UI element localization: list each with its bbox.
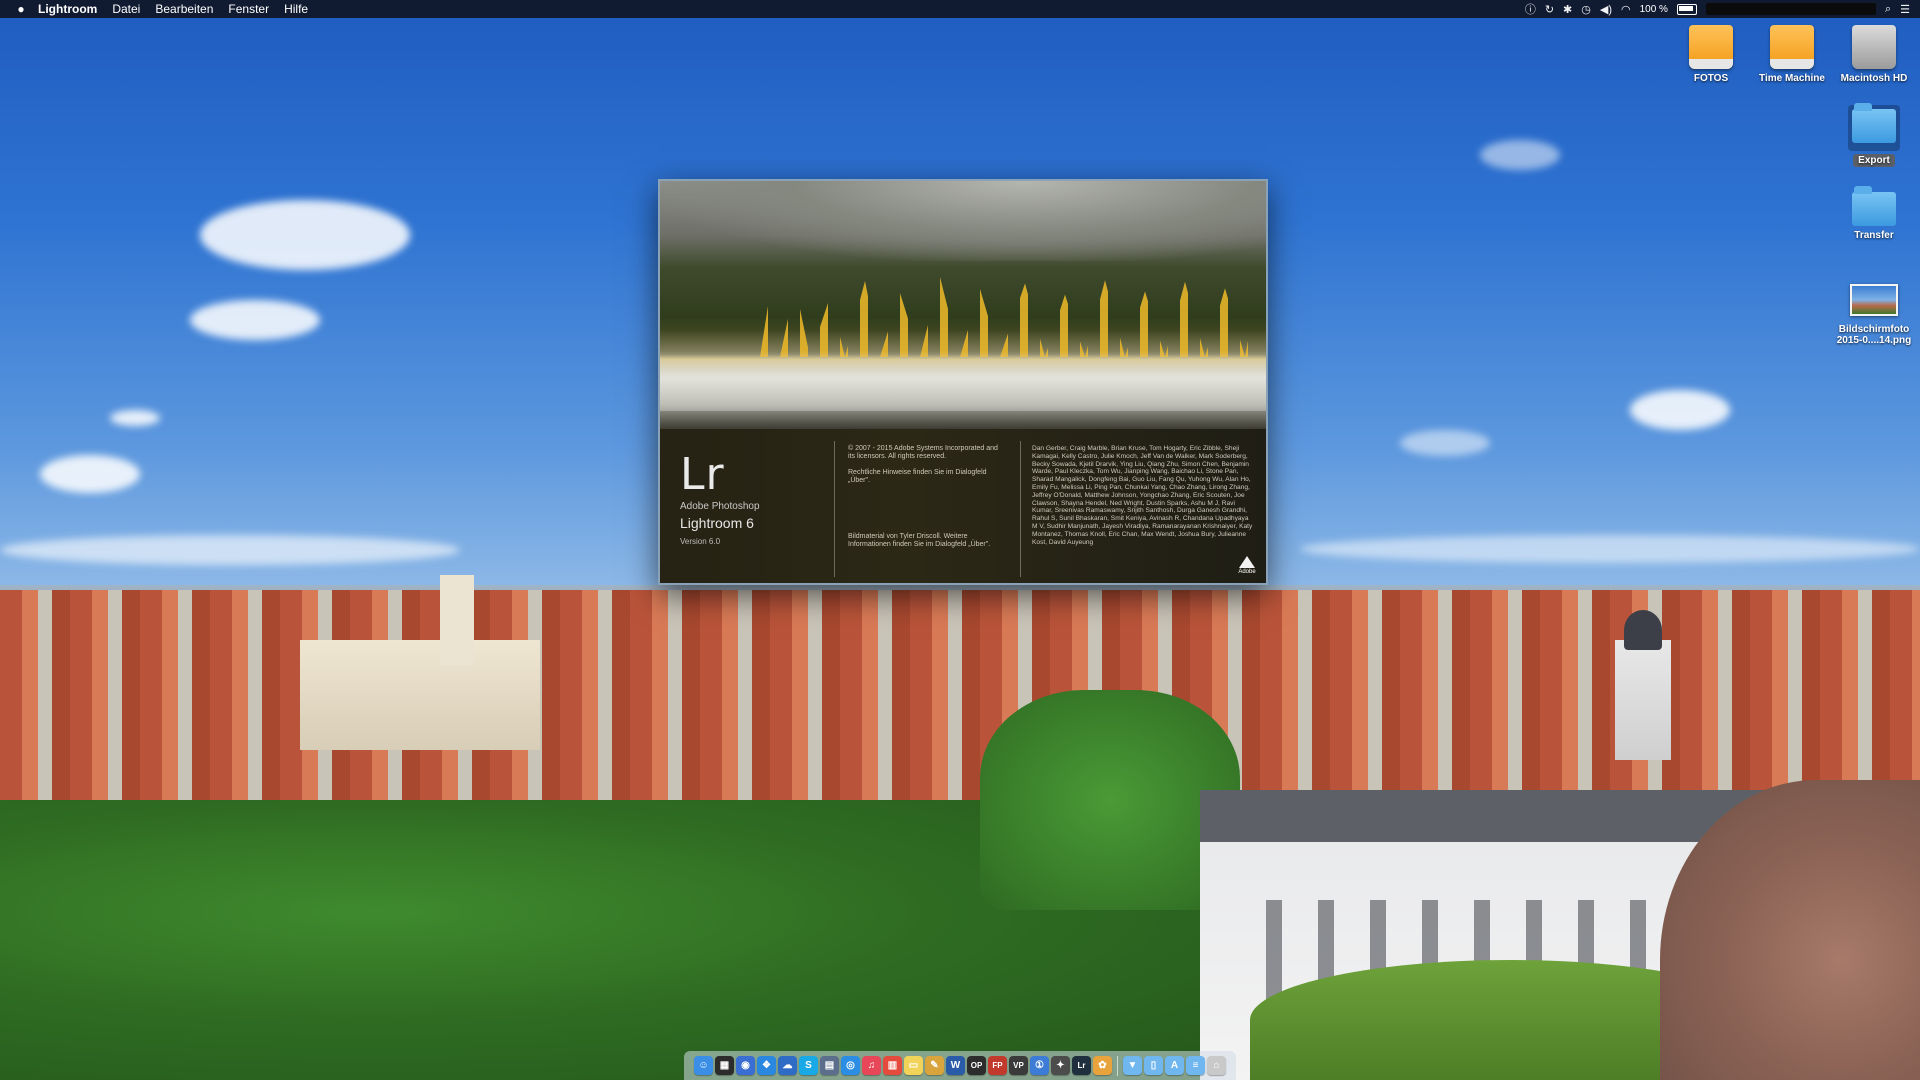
dock-separator — [1117, 1055, 1118, 1076]
dock-mission-control-icon[interactable]: ▦ — [715, 1056, 734, 1075]
dock-calendar-icon[interactable]: ▥ — [883, 1056, 902, 1075]
dock-preview-icon[interactable]: ▤ — [820, 1056, 839, 1075]
desktop-icon-label-line1: Bildschirmfoto — [1838, 324, 1910, 335]
dock-safari-icon[interactable]: ◎ — [841, 1056, 860, 1075]
dock-word-icon[interactable]: W — [946, 1056, 965, 1075]
cloud — [110, 410, 160, 426]
desktop-icon-label: Macintosh HD — [1840, 73, 1908, 84]
dock-downloads-folder-icon[interactable]: ▼ — [1123, 1056, 1142, 1075]
password-manager-icon[interactable]: ⓘ — [1525, 1, 1536, 17]
desktop-icon-label-line2: 2015-0....14.png — [1836, 335, 1912, 346]
church — [300, 640, 540, 750]
dock-documents-folder-icon[interactable]: ▯ — [1144, 1056, 1163, 1075]
cloud — [200, 200, 410, 270]
battery-percent: 100 % — [1639, 3, 1668, 15]
menu-datei[interactable]: Datei — [112, 2, 140, 16]
dock-vp-icon[interactable]: VP — [1009, 1056, 1028, 1075]
dock-photos-icon[interactable]: ✿ — [1093, 1056, 1112, 1075]
desktop-icon-transfer[interactable]: Transfer — [1834, 186, 1914, 241]
cloud — [1630, 390, 1730, 430]
version-label: Version 6.0 — [680, 537, 721, 546]
splash-trees — [760, 277, 1260, 357]
cloud — [1400, 430, 1490, 456]
desktop-icon-label: Export — [1853, 154, 1895, 167]
bluetooth-icon[interactable]: ✱ — [1563, 3, 1572, 16]
dock-dropbox-icon[interactable]: ❖ — [757, 1056, 776, 1075]
status-area: ⓘ ↻ ✱ ◷ ◀) ◠ 100 % ⌕ ☰ — [1525, 0, 1920, 18]
image-credit: Bildmaterial von Tyler Driscoll. Weitere… — [848, 533, 991, 548]
apple-icon[interactable]: ● — [14, 2, 28, 16]
desktop-icon-label: FOTOS — [1693, 73, 1729, 84]
brand-name: Adobe Photoshop — [680, 501, 760, 512]
desktop-icon-macintosh-hd[interactable]: Macintosh HD — [1834, 25, 1914, 84]
dock-app-icon[interactable]: ◉ — [736, 1056, 755, 1075]
dock-finder-icon[interactable]: ☺ — [694, 1056, 713, 1075]
battery-icon[interactable] — [1676, 3, 1697, 15]
wifi-icon[interactable]: ◠ — [1621, 3, 1631, 16]
team-credits: Dan Gerber, Craig Marble, Brian Kruse, T… — [1032, 445, 1253, 546]
adobe-logo-icon — [1239, 556, 1255, 568]
dock-notes-icon[interactable]: ▭ — [904, 1056, 923, 1075]
menu-bearbeiten[interactable]: Bearbeiten — [155, 2, 213, 16]
notification-center-icon[interactable]: ☰ — [1900, 3, 1910, 16]
folder-icon — [1852, 103, 1896, 143]
cloud — [0, 535, 460, 565]
dock-trash-icon[interactable]: ⌂ — [1207, 1056, 1226, 1075]
dock-tools-icon[interactable]: ✦ — [1051, 1056, 1070, 1075]
menu-app-name[interactable]: Lightroom — [38, 2, 97, 16]
dock: ☺ ▦ ◉ ❖ ☁ S ▤ ◎ ♫ ▥ ▭ ✎ W OP FP VP ① ✦ L… — [684, 1051, 1236, 1080]
product-name: Lightroom 6 — [680, 515, 754, 531]
menu-bar: ● Lightroom Datei Bearbeiten Fenster Hil… — [0, 0, 1920, 18]
legal-notice: Rechtliche Hinweise finden Sie im Dialog… — [848, 469, 987, 484]
dock-applications-folder-icon[interactable]: A — [1165, 1056, 1184, 1075]
desktop-icon-fotos[interactable]: FOTOS — [1671, 25, 1751, 84]
cloud — [190, 300, 320, 340]
dock-pen-icon[interactable]: ✎ — [925, 1056, 944, 1075]
dock-lock-icon[interactable]: ① — [1030, 1056, 1049, 1075]
divider — [1020, 441, 1021, 577]
cloud — [40, 455, 140, 493]
sync-icon[interactable]: ↻ — [1545, 3, 1554, 16]
adobe-logo: Adobe — [1238, 553, 1256, 575]
divider — [834, 441, 835, 577]
menu-bar-search-field[interactable] — [1705, 3, 1876, 15]
church-tower — [440, 575, 474, 665]
dock-music-icon[interactable]: ♫ — [862, 1056, 881, 1075]
spotlight-search-icon[interactable]: ⌕ — [1885, 3, 1891, 16]
desktop-icon-time-machine[interactable]: Time Machine — [1752, 25, 1832, 84]
dock-op-icon[interactable]: OP — [967, 1056, 986, 1075]
menu-fenster[interactable]: Fenster — [228, 2, 269, 16]
image-file-icon — [1850, 284, 1898, 316]
desktop-icon-export[interactable]: Export — [1834, 103, 1914, 167]
splash-fog — [660, 351, 1266, 411]
lightroom-splash-screen: Lr Adobe Photoshop Lightroom 6 Version 6… — [658, 179, 1268, 585]
splash-mountain — [660, 181, 1266, 261]
time-machine-icon[interactable]: ◷ — [1581, 3, 1591, 16]
splash-info-panel: Lr Adobe Photoshop Lightroom 6 Version 6… — [660, 429, 1266, 583]
dock-lightroom-icon[interactable]: Lr — [1072, 1056, 1091, 1075]
cloud — [1300, 535, 1920, 563]
folder-icon — [1852, 186, 1896, 226]
cloud — [1480, 140, 1560, 170]
desktop-icon-label: Transfer — [1854, 230, 1894, 241]
hard-drive-icon — [1852, 25, 1896, 69]
external-drive-icon — [1770, 25, 1814, 69]
dock-fp-icon[interactable]: FP — [988, 1056, 1007, 1075]
desktop-icon-label: Time Machine — [1759, 73, 1825, 84]
desktop-icon-screenshot[interactable]: Bildschirmfoto 2015-0....14.png — [1834, 278, 1914, 346]
menu-hilfe[interactable]: Hilfe — [284, 2, 308, 16]
dock-skype-icon[interactable]: S — [799, 1056, 818, 1075]
copyright-text: © 2007 - 2015 Adobe Systems Incorporated… — [848, 445, 998, 460]
dock-cloud-icon[interactable]: ☁ — [778, 1056, 797, 1075]
bell-tower-top — [1624, 610, 1662, 650]
dock-stack-folder-icon[interactable]: ≡ — [1186, 1056, 1205, 1075]
splash-photo — [660, 181, 1266, 429]
selection-highlight — [1848, 103, 1900, 151]
volume-icon[interactable]: ◀) — [1600, 3, 1612, 16]
adobe-logo-text: Adobe — [1238, 569, 1256, 575]
lightroom-logo: Lr — [680, 449, 725, 500]
external-drive-icon — [1689, 25, 1733, 69]
bell-tower — [1615, 640, 1671, 760]
